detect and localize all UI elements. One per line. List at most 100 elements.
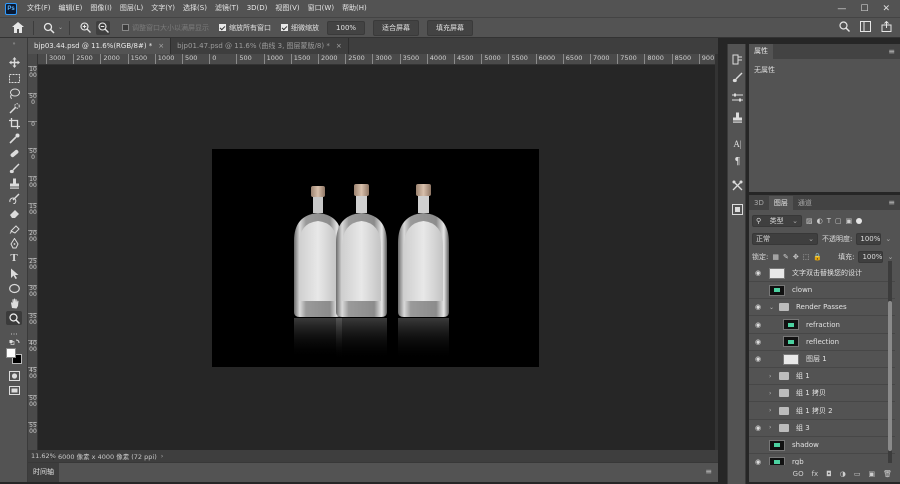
scrubby-zoom-checkbox[interactable]: 细微缩放 <box>281 23 319 33</box>
link-layers-icon[interactable]: GO <box>793 470 804 478</box>
paragraph-panel-icon[interactable]: ¶ <box>730 154 745 169</box>
layer-row[interactable]: ◉ › 组 3 <box>749 420 895 437</box>
minimize-button[interactable]: — <box>837 4 846 14</box>
workspace-icon[interactable] <box>860 21 871 34</box>
zoom-out-icon[interactable] <box>96 20 111 35</box>
foreground-color-swatch[interactable] <box>6 348 16 358</box>
layer-row[interactable]: ◉ 文字双击替换您的设计 <box>749 265 895 282</box>
eraser-tool-icon[interactable] <box>6 206 22 220</box>
zoom-in-icon[interactable] <box>78 21 92 35</box>
filter-smart-object-icon[interactable]: ▣ <box>846 217 853 225</box>
zoom-tool-icon[interactable] <box>6 311 22 325</box>
visibility-eye-icon[interactable]: ◉ <box>751 372 765 380</box>
canvas-vertical-scrollbar[interactable] <box>715 54 718 450</box>
lock-all-icon[interactable]: 🔒 <box>813 253 822 261</box>
lasso-tool-icon[interactable] <box>6 86 22 100</box>
visibility-eye-icon[interactable]: ◉ <box>751 338 765 346</box>
layer-row[interactable]: ◉ refraction <box>749 317 895 334</box>
visibility-eye-icon[interactable]: ◉ <box>751 355 765 363</box>
menu-layer[interactable]: 图层(L) <box>116 0 147 17</box>
layer-row[interactable]: ◉ › 组 1 拷贝 2 <box>749 403 895 420</box>
character-panel-icon[interactable]: A| <box>730 136 745 151</box>
opacity-field[interactable]: 100% <box>856 233 882 245</box>
history-panel-icon[interactable] <box>730 52 745 67</box>
filter-shape-icon[interactable]: ▢ <box>835 217 842 225</box>
path-select-tool-icon[interactable] <box>6 266 22 280</box>
visibility-eye-icon[interactable]: ◉ <box>751 389 765 397</box>
menu-help[interactable]: 帮助(H) <box>338 0 371 17</box>
delete-layer-icon[interactable]: 🗑 <box>883 470 892 478</box>
new-layer-icon[interactable]: ▣ <box>868 470 875 478</box>
visibility-eye-icon[interactable]: ◉ <box>751 269 765 277</box>
fill-screen-button[interactable]: 填充屏幕 <box>427 19 474 36</box>
history-brush-tool-icon[interactable] <box>6 191 22 205</box>
menu-image[interactable]: 图像(I) <box>86 0 116 17</box>
tab-timeline[interactable]: 时间轴 <box>28 463 59 482</box>
filter-type-icon[interactable]: T <box>827 217 831 225</box>
visibility-eye-icon[interactable]: ◉ <box>751 303 765 311</box>
visibility-eye-icon[interactable]: ◉ <box>751 321 765 329</box>
add-mask-icon[interactable]: ◘ <box>826 470 832 478</box>
panel-menu-icon[interactable]: ≡ <box>888 47 895 56</box>
home-icon[interactable] <box>9 19 27 37</box>
close-tab-icon[interactable]: × <box>336 42 342 50</box>
marquee-tool-icon[interactable] <box>6 71 22 85</box>
fit-screen-button[interactable]: 适合屏幕 <box>373 19 420 36</box>
visibility-eye-icon[interactable]: ◉ <box>751 424 765 432</box>
color-swatches[interactable] <box>5 347 23 365</box>
screen-mode-icon[interactable] <box>6 384 22 398</box>
maximize-button[interactable]: ☐ <box>860 4 868 14</box>
lock-artboard-icon[interactable]: ⬚ <box>803 253 810 261</box>
layer-style-icon[interactable]: fx <box>812 470 819 478</box>
swap-colors-icon[interactable] <box>6 338 22 346</box>
brush-settings-icon[interactable] <box>730 70 745 85</box>
panel-menu-icon[interactable]: ≡ <box>888 198 895 207</box>
close-button[interactable]: ✕ <box>882 4 890 14</box>
layer-row[interactable]: ◉ ⌄ Render Passes <box>749 299 895 317</box>
close-tab-icon[interactable]: × <box>158 42 164 50</box>
visibility-eye-icon[interactable]: ◉ <box>751 441 765 449</box>
visibility-eye-icon[interactable]: ◉ <box>751 286 765 294</box>
ellipse-tool-icon[interactable] <box>6 281 22 295</box>
chevron-down-icon[interactable]: ⌄ <box>885 235 891 243</box>
pen-tool-icon[interactable] <box>6 236 22 250</box>
layer-row[interactable]: ◉ clown <box>749 282 895 300</box>
clone-source-icon[interactable] <box>730 110 745 125</box>
lock-image-icon[interactable]: ✎ <box>783 253 789 261</box>
document-canvas[interactable] <box>212 149 539 367</box>
crop-tool-icon[interactable] <box>6 116 22 130</box>
toolbar-collapse-icon[interactable]: » <box>6 41 22 47</box>
lock-transparency-icon[interactable]: ▦ <box>772 253 779 261</box>
panel-menu-icon[interactable]: ≡ <box>705 467 712 476</box>
canvas-area[interactable] <box>38 65 715 450</box>
menu-select[interactable]: 选择(S) <box>179 0 211 17</box>
layer-row[interactable]: ◉ reflection <box>749 334 895 351</box>
tab-channels[interactable]: 通道 <box>793 196 817 210</box>
layer-row[interactable]: ◉ › 组 1 <box>749 368 895 386</box>
blend-mode-select[interactable]: 正常 ⌄ <box>752 233 818 245</box>
quick-select-tool-icon[interactable] <box>6 101 22 115</box>
chevron-down-icon[interactable]: ⌄ <box>769 304 777 311</box>
chevron-right-icon[interactable]: › <box>769 407 777 414</box>
eyedropper-tool-icon[interactable] <box>6 131 22 145</box>
layer-row[interactable]: ◉ › 组 1 拷贝 <box>749 385 895 403</box>
clone-stamp-tool-icon[interactable] <box>6 176 22 190</box>
filter-adjustment-icon[interactable]: ◐ <box>817 217 823 225</box>
menu-type[interactable]: 文字(Y) <box>147 0 179 17</box>
menu-edit[interactable]: 编辑(E) <box>55 0 87 17</box>
tab-properties[interactable]: 属性 <box>749 44 773 59</box>
resize-windows-checkbox[interactable]: 调整窗口大小以满屏显示 <box>122 23 209 33</box>
menu-window[interactable]: 窗口(W) <box>304 0 338 17</box>
filter-toggle-icon[interactable] <box>856 218 863 224</box>
menu-file[interactable]: 文件(F) <box>23 0 55 17</box>
layer-row[interactable]: ◉ 图层 1 <box>749 351 895 368</box>
brush-tool-icon[interactable] <box>6 161 22 175</box>
chevron-right-icon[interactable]: › <box>161 452 164 460</box>
zoom-tool-preset-icon[interactable] <box>42 21 56 35</box>
tab-bjp03[interactable]: bjp03.44.psd @ 11.6%(RGB/8#) * × <box>28 38 172 54</box>
fill-field[interactable]: 100% <box>858 251 884 263</box>
gradient-tool-icon[interactable] <box>6 221 22 235</box>
filter-pixel-icon[interactable]: ▨ <box>806 217 813 225</box>
layers-scrollbar[interactable] <box>888 261 892 463</box>
healing-brush-tool-icon[interactable] <box>6 146 22 160</box>
